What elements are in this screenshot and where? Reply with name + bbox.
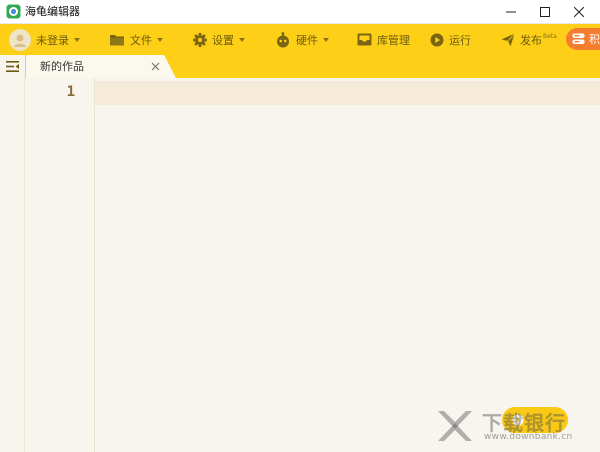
left-sidebar [0, 78, 25, 452]
publish-button[interactable]: 发布 Beta [501, 24, 557, 55]
app-logo-icon [6, 4, 21, 19]
settings-menu[interactable]: 设置 [193, 24, 245, 55]
maximize-icon [540, 7, 550, 17]
minimize-button[interactable] [494, 0, 528, 24]
user-login-label: 未登录 [36, 33, 69, 47]
tab-bar: 新的作品 [0, 55, 600, 78]
window-title: 海龟编辑器 [25, 5, 80, 18]
file-menu[interactable]: 文件 [109, 24, 163, 55]
chevron-down-icon [239, 37, 245, 42]
user-login-menu[interactable]: 未登录 [9, 24, 80, 55]
watermark-url: www.downbank.cn [484, 432, 573, 442]
close-window-button[interactable] [562, 0, 596, 24]
run-button[interactable]: 运行 [430, 24, 471, 55]
sidebar-toggle-button[interactable] [0, 55, 25, 78]
line-number-gutter: 1 [25, 78, 95, 452]
watermark-logo-icon [438, 411, 472, 441]
beta-badge: Beta [543, 33, 557, 40]
user-avatar-icon [14, 34, 26, 47]
chevron-down-icon [157, 37, 163, 42]
avatar [9, 28, 31, 51]
library-manager-button[interactable]: 库管理 [357, 24, 410, 55]
title-bar: 海龟编辑器 [0, 0, 600, 24]
maximize-button[interactable] [528, 0, 562, 24]
code-editor[interactable] [95, 78, 600, 452]
tab-label: 新的作品 [40, 60, 84, 73]
tab-new-work[interactable]: 新的作品 [26, 55, 176, 78]
hardware-menu-label: 硬件 [296, 33, 318, 47]
main-toolbar: 未登录 文件 设置 硬件 库管理 运行 发布 Beta 积 [0, 24, 600, 55]
coin-stack-icon [572, 33, 585, 44]
chevron-down-icon [74, 37, 80, 42]
watermark: 下载银行 www.downbank.cn [436, 405, 596, 447]
inbox-icon [357, 33, 372, 46]
minimize-icon [506, 11, 516, 13]
robot-icon [277, 31, 289, 47]
close-tab-icon[interactable] [150, 61, 161, 72]
library-manager-label: 库管理 [377, 33, 410, 47]
gear-icon [193, 32, 207, 47]
run-label: 运行 [449, 33, 471, 47]
menu-collapse-icon [6, 61, 19, 72]
hardware-menu[interactable]: 硬件 [275, 24, 329, 55]
line-number: 1 [66, 84, 75, 100]
play-icon [430, 33, 444, 46]
publish-label: 发布 [520, 33, 542, 47]
points-button[interactable]: 积 [566, 28, 600, 50]
folder-icon [110, 34, 124, 45]
file-menu-label: 文件 [130, 33, 152, 47]
chevron-down-icon [323, 37, 329, 42]
send-icon [501, 32, 515, 46]
current-line-highlight [95, 81, 600, 105]
points-label: 积 [589, 33, 600, 46]
close-icon [574, 7, 584, 17]
settings-menu-label: 设置 [212, 33, 234, 47]
